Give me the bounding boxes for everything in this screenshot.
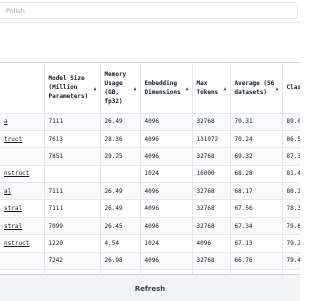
table-cell: 1024 [140,165,193,184]
table-cell: 4096 [140,113,193,131]
column-header-0[interactable] [0,63,45,114]
model-name-link[interactable] [0,147,45,166]
table-cell: 7099 [44,217,101,236]
table-cell: 28.36 [100,130,141,149]
table-cell: 32768 [192,217,231,236]
table-cell: 131072 [192,130,231,149]
refresh-button[interactable]: Refresh [0,277,300,299]
model-name-link[interactable]: stral [0,199,45,218]
sort-icon[interactable]: ▲ [133,85,136,94]
table-cell: 1220 [44,234,101,253]
column-header-2[interactable]: Memory Usage (GB, fp32) ▲ [100,63,141,114]
column-header-label: Average (56 datasets) [234,79,275,96]
bottom-bar: Refresh [0,274,300,301]
table-cell: 4096 [192,234,231,253]
column-header-label: Max Tokens [196,79,219,96]
table-cell: 7111 [44,182,101,201]
model-name-link[interactable]: nstruct [0,234,45,253]
table-cell: 4096 [140,147,193,166]
table-cell: 32768 [192,199,231,218]
table-cell: 67.13 [230,234,283,253]
table-cell: 89.05 [282,113,300,131]
table-cell: 68.28 [230,165,283,184]
column-header-1[interactable]: Model Size (Million Parameters) ▲ [44,63,101,114]
column-header-5[interactable]: Average (56 datasets) ▲ [230,63,283,114]
table-cell: 70.31 [230,113,283,131]
table-cell: 79.6 [282,217,300,236]
table-row: 724226.9840963276866.7679.46 [0,252,300,271]
table-row: nstruct12204.541024409667.1379.25 [0,234,300,253]
table-cell: 79.46 [282,252,300,271]
table-cell: 66.76 [230,252,283,271]
table-cell: 7613 [44,130,101,149]
table-cell: 4096 [140,130,193,149]
column-header-label: Embedding Dimensions [144,79,181,96]
table-cell: 29.25 [100,147,141,166]
table-cell: 26.45 [100,217,141,236]
column-header-label: Model Size (Million Parameters) [48,75,89,101]
model-name-link[interactable]: truct [0,130,45,149]
leaderboard-table-container[interactable]: Model Size (Million Parameters) ▲ Memory U… [0,62,300,275]
table-row: al 7111 26.49 4096 32768 68.17 80.2 [0,182,300,201]
model-name-link[interactable]: al [0,182,45,201]
table-cell: 4096 [140,252,193,271]
table-cell: 4096 [140,199,193,218]
table-row: truct761328.36409613107270.2486.58 [0,130,300,149]
table-cell: 80.2 [282,182,300,201]
top-bar: Polish [0,0,300,23]
table-cell: 7242 [44,252,101,271]
model-name-link[interactable]: nstruct [0,165,45,184]
table-row: a711126.4940963276870.3189.05 [0,113,300,131]
table-cell: 26.49 [100,199,141,218]
table-cell: 32768 [192,147,231,166]
table-cell: 79.25 [282,234,300,253]
table-cell: 68.17 [230,182,283,201]
table-cell: 32768 [192,113,231,131]
language-input[interactable]: Polish [0,2,298,19]
table-cell: 32768 [192,182,231,201]
table-cell: 26.98 [100,252,141,271]
sort-icon[interactable]: ▲ [185,85,188,94]
column-header-3[interactable]: Embedding Dimensions ▲ [140,63,193,114]
model-name-link[interactable]: stral [0,217,45,236]
table-cell: 16000 [192,165,231,184]
table-cell [44,165,101,184]
table-cell: 78.33 [282,199,300,218]
table-cell: 4096 [140,182,193,201]
table-row: stral 7099 26.45 4096 32768 67.34 79.6 [0,217,300,236]
column-header-4[interactable]: Max Tokens ▲ [192,63,231,114]
table-cell: 86.58 [282,130,300,149]
table-cell [100,165,141,184]
table-cell: 26.49 [100,113,141,131]
column-header-label: Memory Usage (GB, fp32) [104,70,127,105]
column-header-6[interactable]: Classi Avera datas [282,63,301,114]
table-cell: 67.56 [230,199,283,218]
table-row: nstruct 10241600068.2881.49 [0,165,300,184]
column-header-label: Classi Avera datas [286,84,301,92]
table-header-row: Model Size (Million Parameters) ▲ Memory U… [0,63,301,114]
table-cell: 7111 [44,199,101,218]
table-body: a711126.4940963276870.3189.05truct761328… [0,113,300,275]
leaderboard-table: Model Size (Million Parameters) ▲ Memory U… [0,63,300,275]
model-name-link[interactable] [0,252,45,271]
table-cell: 81.49 [282,165,300,184]
table-cell: 26.49 [100,182,141,201]
table-cell: 4096 [140,217,193,236]
table-cell: 4.54 [100,234,141,253]
table-row: stral711126.4940963276867.5678.33 [0,199,300,218]
table-cell: 87.35 [282,147,300,166]
model-name-link[interactable]: a [0,113,45,131]
table-cell: 1024 [140,234,193,253]
table-cell: 69.32 [230,147,283,166]
sort-icon[interactable]: ▲ [275,85,278,94]
table-row: 785129.2540963276869.3287.35 [0,147,300,166]
table-cell: 67.34 [230,217,283,236]
table-cell: 7851 [44,147,101,166]
table-cell: 32768 [192,252,231,271]
sort-icon[interactable]: ▲ [93,85,96,94]
table-cell: 7111 [44,113,101,131]
sort-icon[interactable]: ▲ [223,85,226,94]
table-cell: 70.24 [230,130,283,149]
